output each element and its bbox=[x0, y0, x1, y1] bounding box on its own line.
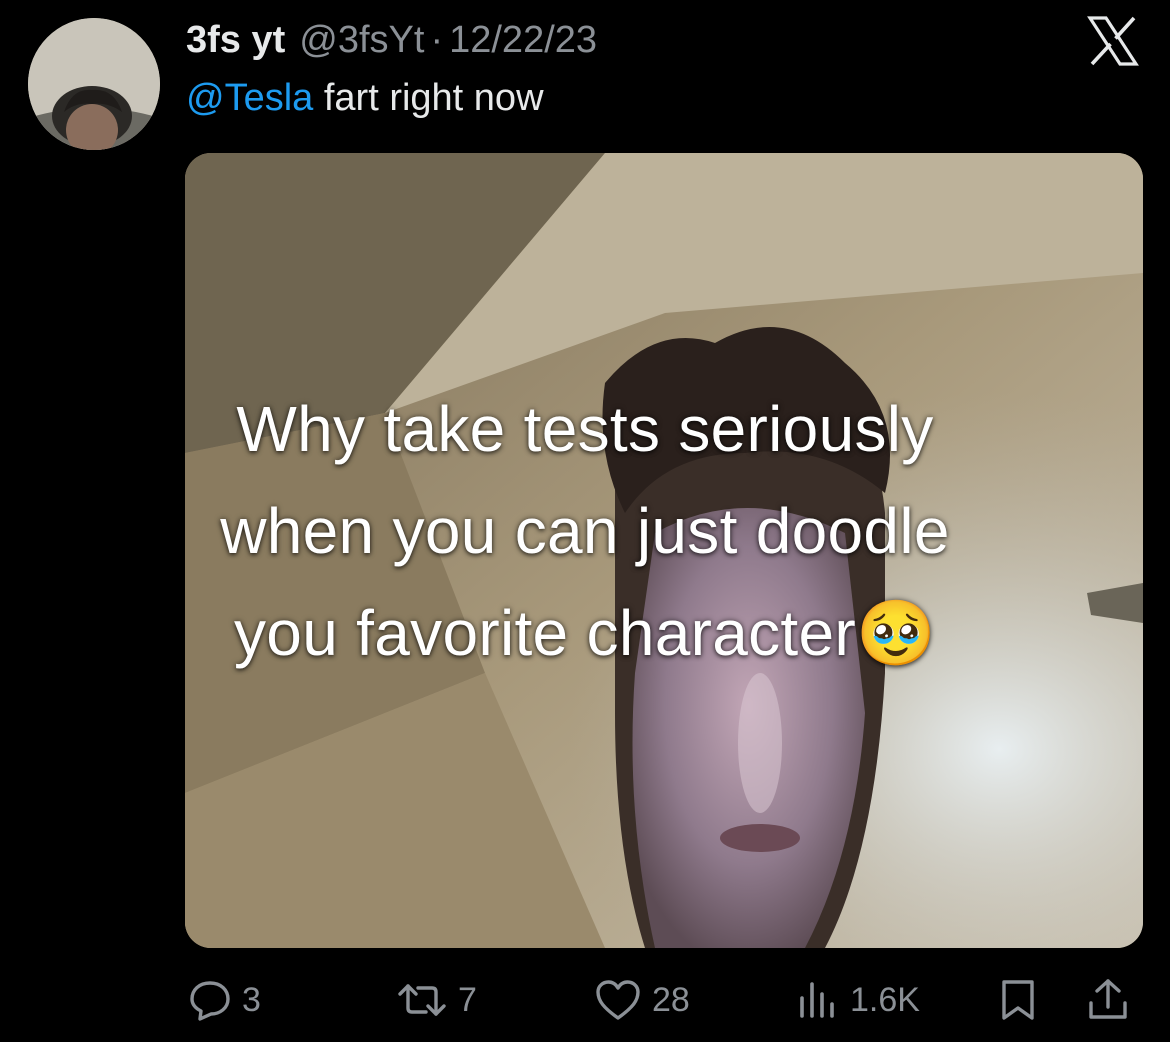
x-logo-icon[interactable] bbox=[1086, 14, 1140, 68]
tweet-header: 3fs yt @3fsYt · 12/22/23 bbox=[186, 16, 597, 64]
like-count: 28 bbox=[652, 981, 690, 1019]
tweet-text: @Tesla fart right now bbox=[186, 74, 544, 122]
reply-count: 3 bbox=[242, 981, 261, 1019]
tweet-actions-bar: 3 7 28 1.6K bbox=[0, 970, 1170, 1030]
views-button[interactable]: 1.6K bbox=[796, 970, 920, 1030]
retweet-icon bbox=[398, 984, 446, 1016]
view-count: 1.6K bbox=[850, 981, 920, 1019]
caption-line-2: when you can just doodle bbox=[220, 495, 950, 567]
avatar-image bbox=[28, 18, 160, 150]
tweet-body-text: fart right now bbox=[323, 77, 544, 119]
user-handle[interactable]: @3fsYt bbox=[299, 16, 424, 64]
retweet-button[interactable]: 7 bbox=[396, 970, 477, 1030]
bookmark-button[interactable] bbox=[998, 970, 1048, 1030]
reply-button[interactable]: 3 bbox=[188, 970, 261, 1030]
heart-icon bbox=[596, 980, 640, 1020]
reply-bubble-icon bbox=[190, 981, 230, 1021]
media-caption: Why take tests seriously when you can ju… bbox=[0, 378, 1170, 684]
caption-line-3: you favorite character🥹 bbox=[234, 597, 936, 669]
mention-link[interactable]: @Tesla bbox=[186, 77, 313, 119]
avatar[interactable] bbox=[28, 18, 160, 150]
share-button[interactable] bbox=[1086, 970, 1140, 1030]
like-button[interactable]: 28 bbox=[594, 970, 690, 1030]
post-date[interactable]: 12/22/23 bbox=[449, 16, 597, 64]
header-separator: · bbox=[430, 19, 444, 61]
bookmark-icon bbox=[1002, 980, 1034, 1020]
caption-line-1: Why take tests seriously bbox=[236, 393, 934, 465]
share-icon bbox=[1089, 979, 1127, 1019]
retweet-count: 7 bbox=[458, 981, 477, 1019]
display-name[interactable]: 3fs yt bbox=[186, 16, 285, 64]
bar-chart-icon bbox=[800, 982, 834, 1018]
